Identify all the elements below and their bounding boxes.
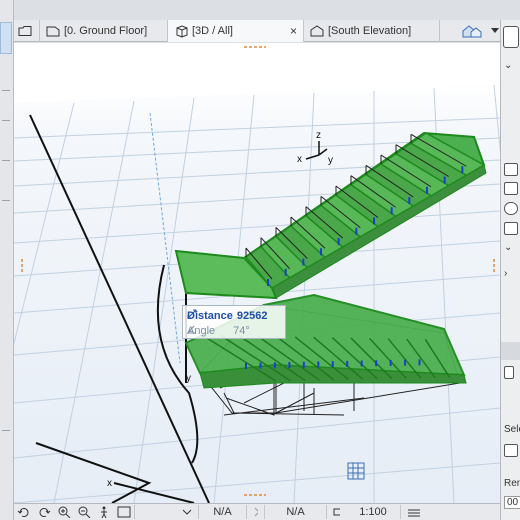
transform-icon[interactable] — [246, 505, 264, 519]
elevation-icon — [310, 25, 324, 37]
chevron-down-icon — [491, 28, 499, 33]
zoom-in-icon[interactable] — [56, 505, 72, 519]
zoom-out-icon[interactable] — [76, 505, 92, 519]
tab-ground-floor[interactable]: [0. Ground Floor] — [40, 20, 168, 42]
tracker-angle-value[interactable]: 74° — [233, 325, 250, 337]
chevron-down-icon — [182, 509, 192, 515]
divider — [2, 430, 10, 431]
status-field-1[interactable] — [134, 505, 198, 519]
axis-label-y: y — [186, 373, 191, 384]
tab-label: [0. Ground Floor] — [64, 25, 148, 37]
angle-icon — [187, 325, 196, 334]
scale-icon — [326, 505, 346, 519]
tab-label: [3D / All] — [192, 25, 233, 37]
fit-window-icon[interactable] — [116, 505, 132, 519]
panel-tool-button[interactable] — [503, 26, 519, 48]
3d-model-canvas[interactable]: z x y y x — [14, 43, 500, 503]
tab-3d-all[interactable]: [3D / All] × — [168, 20, 304, 42]
divider — [2, 120, 10, 121]
axis-label-x: x — [297, 154, 302, 165]
axis-label-x: x — [107, 478, 112, 489]
panel-checkbox[interactable] — [504, 222, 518, 235]
undo-view-icon[interactable] — [16, 505, 32, 519]
axis-label-z: z — [316, 130, 321, 141]
navigation-bar: N/A N/A 1:100 — [14, 503, 500, 520]
axis-label-y: y — [328, 155, 333, 166]
chevron-right-icon[interactable]: › — [504, 268, 507, 279]
3d-view-icon — [176, 24, 188, 38]
tracker-distance-row: Distance 92562 — [187, 309, 267, 323]
tracker-angle-row: Angle 74° — [187, 324, 250, 338]
view-tab-bar: [0. Ground Floor] [3D / All] × [South El… — [14, 20, 500, 42]
layers-icon[interactable] — [400, 505, 430, 519]
redo-view-icon[interactable] — [36, 505, 52, 519]
renovation-label: Ren — [504, 478, 520, 489]
tab-ground-floor[interactable] — [14, 20, 40, 42]
divider — [2, 200, 10, 201]
close-tab-button[interactable]: × — [290, 24, 297, 38]
panel-checkbox[interactable] — [504, 163, 518, 176]
selection-label: Sele — [504, 424, 520, 435]
panel-dropdown[interactable] — [501, 342, 520, 360]
panel-checkbox[interactable] — [504, 182, 518, 195]
panel-radio[interactable] — [504, 202, 518, 215]
3d-viewport[interactable]: z x y y x Distance 92562 Angle 74° — [14, 43, 500, 503]
archicad-window: [0. Ground Floor] [3D / All] × [South El… — [0, 0, 520, 520]
selection-icon[interactable] — [504, 444, 518, 457]
scale-field[interactable]: 1:100 — [346, 505, 400, 519]
coordinate-tracker: Distance 92562 Angle 74° — [182, 305, 286, 339]
folder-icon — [18, 26, 32, 36]
left-toolbox-strip — [0, 0, 14, 520]
collapse-icon[interactable]: ⌄ — [504, 60, 512, 71]
toolbox-selected-tool[interactable] — [0, 22, 12, 54]
distance-icon — [187, 309, 197, 319]
tab-south-elevation[interactable]: [South Elevation] — [304, 20, 440, 42]
divider — [2, 160, 10, 161]
status-field-na-2[interactable]: N/A — [264, 505, 326, 519]
renovation-field[interactable]: 00 — [504, 496, 520, 509]
layer-icon — [504, 366, 514, 379]
walk-icon[interactable] — [96, 505, 112, 519]
tab-label: [South Elevation] — [328, 25, 412, 37]
view-list-icon — [462, 25, 482, 38]
divider — [2, 90, 10, 91]
status-field-na-1[interactable]: N/A — [198, 505, 246, 519]
tab-list-button[interactable] — [460, 20, 500, 42]
tracker-distance-value[interactable]: 92562 — [237, 310, 268, 322]
chevron-down-icon[interactable]: ⌄ — [504, 242, 512, 253]
floor-plan-icon — [46, 26, 60, 37]
info-box-panel: ⌄ ⌄ › Sele Ren 00 — [500, 20, 520, 520]
